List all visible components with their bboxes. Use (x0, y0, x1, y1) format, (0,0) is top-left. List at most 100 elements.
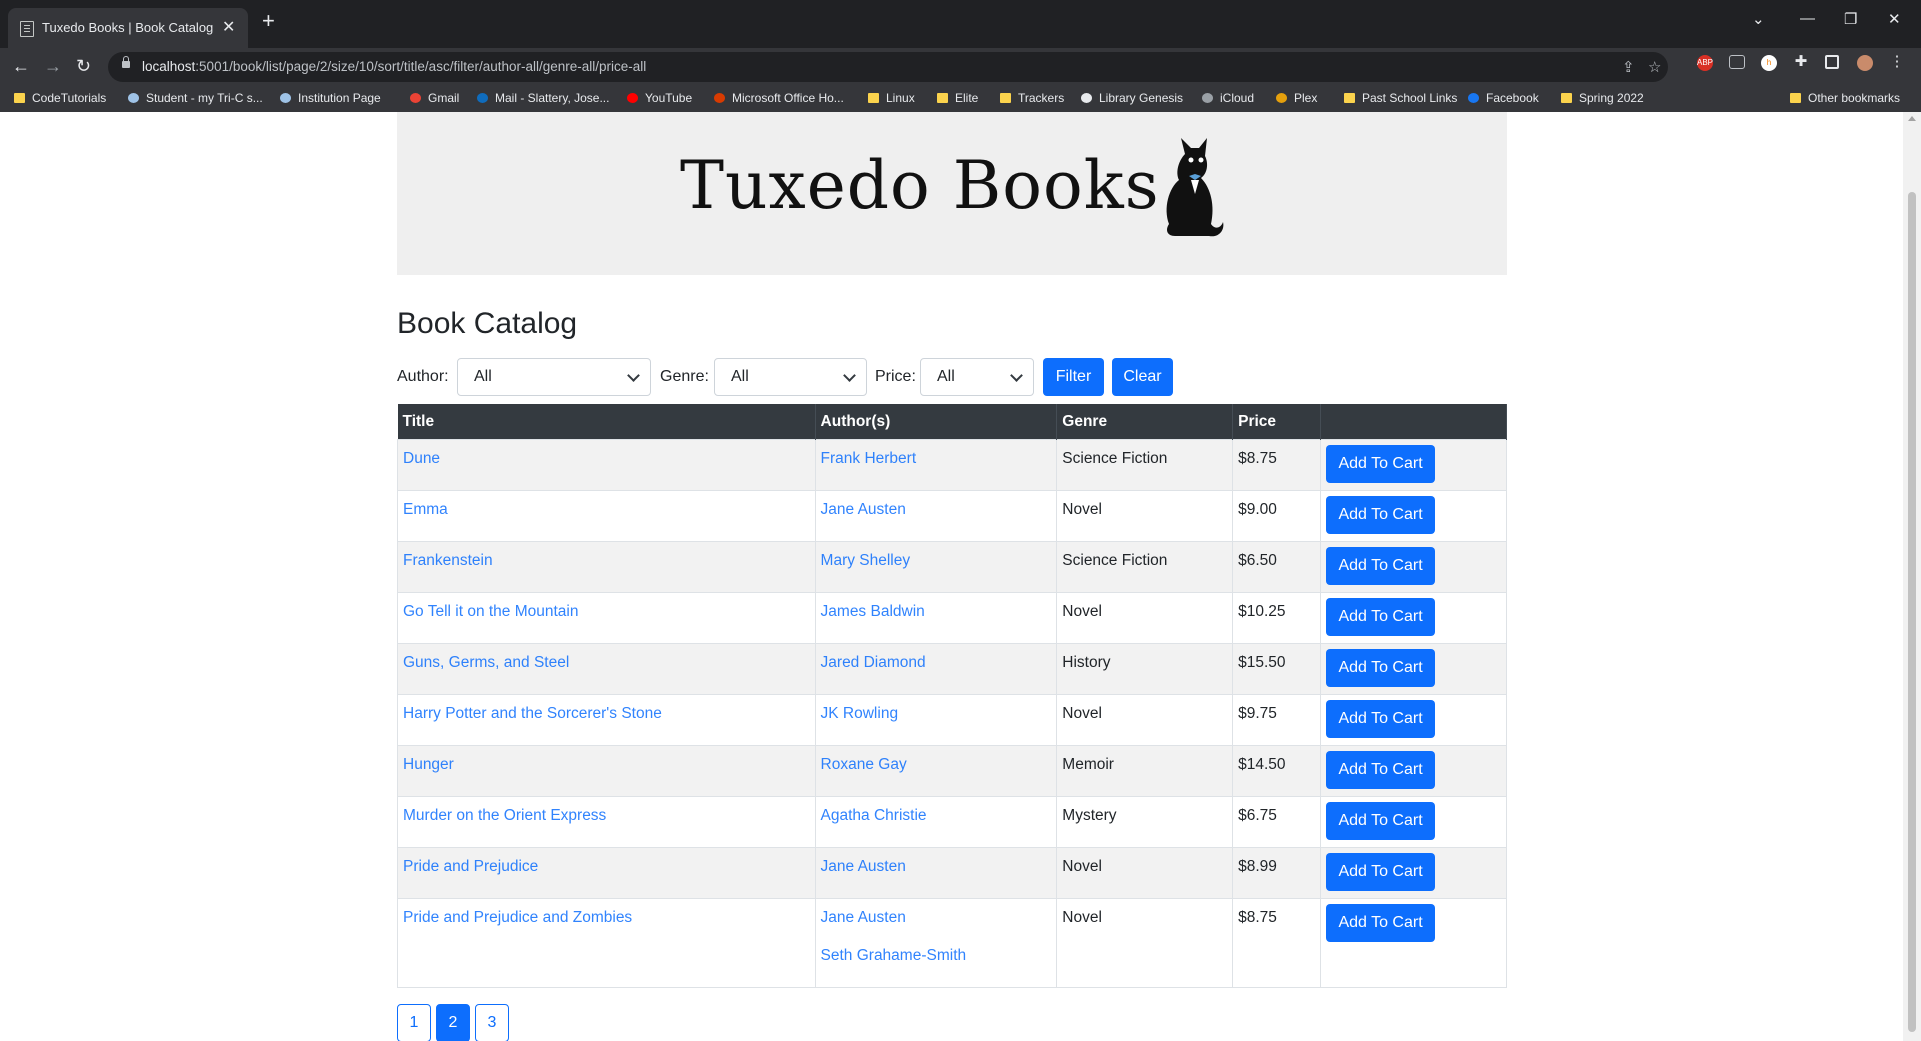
author-link[interactable]: Agatha Christie (821, 807, 1052, 825)
page-scrollbar[interactable] (1903, 112, 1921, 1041)
scrollbar-thumb[interactable] (1908, 192, 1916, 1032)
address-bar[interactable]: localhost:5001/book/list/page/2/size/10/… (108, 52, 1668, 82)
add-to-cart-button[interactable]: Add To Cart (1326, 904, 1436, 942)
bookmark-item[interactable]: Microsoft Office Ho... (714, 91, 844, 105)
bookmark-item[interactable]: Plex (1276, 91, 1317, 105)
snowflake-icon (280, 93, 291, 103)
add-to-cart-button[interactable]: Add To Cart (1326, 853, 1436, 891)
bookmark-label: YouTube (645, 91, 693, 105)
author-link[interactable]: Jane Austen (821, 501, 1052, 519)
bookmark-item[interactable]: Gmail (410, 91, 459, 105)
add-to-cart-button[interactable]: Add To Cart (1326, 649, 1436, 687)
add-to-cart-button[interactable]: Add To Cart (1326, 802, 1436, 840)
scroll-up-arrow-icon[interactable] (1908, 116, 1916, 121)
add-to-cart-button[interactable]: Add To Cart (1326, 598, 1436, 636)
extension-icon[interactable] (1729, 55, 1745, 69)
adblock-icon[interactable]: ABP (1697, 55, 1713, 71)
bookmark-item[interactable]: Library Genesis (1081, 91, 1183, 105)
extensions-puzzle-icon[interactable]: ✚ (1793, 54, 1809, 70)
bookmark-label: Elite (955, 91, 979, 105)
genre-select[interactable]: All (714, 358, 867, 396)
add-to-cart-button[interactable]: Add To Cart (1326, 547, 1436, 585)
author-link[interactable]: Jared Diamond (821, 654, 1052, 672)
site-banner[interactable]: Tuxedo Books (397, 112, 1507, 275)
side-panel-icon[interactable] (1825, 55, 1839, 69)
book-title-link[interactable]: Pride and Prejudice and Zombies (403, 909, 632, 926)
title-cell: Go Tell it on the Mountain (397, 592, 816, 644)
book-title-link[interactable]: Go Tell it on the Mountain (403, 603, 579, 620)
author-link[interactable]: Roxane Gay (821, 756, 1052, 774)
reload-icon[interactable]: ↻ (76, 56, 91, 77)
bookmark-item[interactable]: Facebook (1468, 91, 1539, 105)
table-header-row: Title Author(s) Genre Price (397, 404, 1507, 440)
share-icon[interactable]: ⇪ (1622, 58, 1635, 76)
clear-button[interactable]: Clear (1112, 358, 1173, 396)
book-title-link[interactable]: Guns, Germs, and Steel (403, 654, 569, 671)
author-link[interactable]: JK Rowling (821, 705, 1052, 723)
authors-cell: Agatha Christie (814, 796, 1058, 848)
genre-cell: Science Fiction (1056, 439, 1234, 491)
browser-tab[interactable]: Tuxedo Books | Book Catalog ✕ (8, 8, 248, 48)
profile-avatar[interactable] (1857, 55, 1873, 71)
folder-icon (1000, 93, 1011, 103)
bookmark-item[interactable]: CodeTutorials (14, 91, 106, 105)
add-to-cart-button[interactable]: Add To Cart (1326, 445, 1436, 483)
price-select[interactable]: All (920, 358, 1034, 396)
tab-close-icon[interactable]: ✕ (222, 17, 235, 37)
author-select[interactable]: All (457, 358, 651, 396)
column-header-authors[interactable]: Author(s) (815, 404, 1058, 440)
bookmark-item[interactable]: Trackers (1000, 91, 1064, 105)
restore-icon[interactable]: ❐ (1844, 10, 1857, 28)
back-icon[interactable]: ← (12, 56, 30, 77)
bookmark-item[interactable]: Spring 2022 (1561, 91, 1644, 105)
bookmark-item[interactable]: Institution Page (280, 91, 381, 105)
bookmark-item[interactable]: Student - my Tri-C s... (128, 91, 263, 105)
filter-button[interactable]: Filter (1043, 358, 1104, 396)
author-link[interactable]: Jane Austen (821, 858, 1052, 876)
book-title-link[interactable]: Frankenstein (403, 552, 493, 569)
folder-icon (1561, 93, 1572, 103)
column-header-title[interactable]: Title (397, 404, 816, 440)
column-header-genre[interactable]: Genre (1056, 404, 1234, 440)
book-icon (1081, 93, 1092, 103)
bookmark-label: Microsoft Office Ho... (732, 91, 844, 105)
genre-cell: Novel (1056, 490, 1234, 542)
minimize-icon[interactable]: — (1800, 10, 1815, 27)
price-cell: $10.25 (1232, 592, 1322, 644)
honey-icon[interactable]: h (1761, 55, 1777, 71)
book-title-link[interactable]: Murder on the Orient Express (403, 807, 606, 824)
book-title-link[interactable]: Harry Potter and the Sorcerer's Stone (403, 705, 662, 722)
actions-cell: Add To Cart (1320, 898, 1507, 988)
menu-kebab-icon[interactable]: ⋮ (1889, 54, 1905, 70)
add-to-cart-button[interactable]: Add To Cart (1326, 496, 1436, 534)
page-link-3[interactable]: 3 (475, 1004, 509, 1041)
column-header-price[interactable]: Price (1232, 404, 1322, 440)
add-to-cart-button[interactable]: Add To Cart (1326, 700, 1436, 738)
bookmark-item[interactable]: YouTube (627, 91, 692, 105)
book-title-link[interactable]: Dune (403, 450, 440, 467)
author-link[interactable]: Seth Grahame-Smith (821, 947, 1052, 965)
author-link[interactable]: James Baldwin (821, 603, 1052, 621)
title-cell: Dune (397, 439, 816, 491)
bookmark-item[interactable]: Mail - Slattery, Jose... (477, 91, 609, 105)
add-to-cart-button[interactable]: Add To Cart (1326, 751, 1436, 789)
actions-cell: Add To Cart (1320, 490, 1507, 542)
book-title-link[interactable]: Hunger (403, 756, 454, 773)
page-link-2[interactable]: 2 (436, 1004, 470, 1041)
bookmark-item[interactable]: iCloud (1202, 91, 1254, 105)
window-close-icon[interactable]: ✕ (1888, 10, 1901, 28)
bookmark-star-icon[interactable]: ☆ (1648, 58, 1661, 76)
page-link-1[interactable]: 1 (397, 1004, 431, 1041)
author-link[interactable]: Jane Austen (821, 909, 1052, 927)
book-title-link[interactable]: Emma (403, 501, 448, 518)
tab-search-icon[interactable]: ⌄ (1752, 10, 1765, 28)
author-link[interactable]: Mary Shelley (821, 552, 1052, 570)
forward-icon[interactable]: → (44, 56, 62, 77)
book-title-link[interactable]: Pride and Prejudice (403, 858, 538, 875)
new-tab-icon[interactable]: + (262, 10, 275, 32)
other-bookmarks[interactable]: Other bookmarks (1790, 91, 1900, 105)
author-link[interactable]: Frank Herbert (821, 450, 1052, 468)
bookmark-item[interactable]: Past School Links (1344, 91, 1457, 105)
bookmark-item[interactable]: Linux (868, 91, 915, 105)
bookmark-item[interactable]: Elite (937, 91, 978, 105)
